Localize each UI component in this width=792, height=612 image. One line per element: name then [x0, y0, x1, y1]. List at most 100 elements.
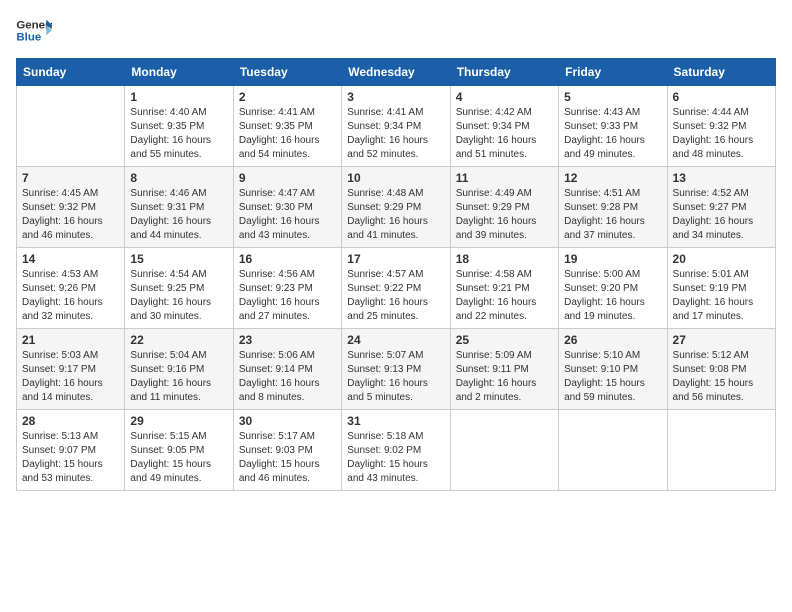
- day-info: Sunrise: 4:53 AM Sunset: 9:26 PM Dayligh…: [22, 268, 119, 324]
- calendar-cell: 27Sunrise: 5:12 AM Sunset: 9:08 PM Dayli…: [667, 329, 775, 410]
- calendar-table: SundayMondayTuesdayWednesdayThursdayFrid…: [16, 58, 776, 491]
- day-info: Sunrise: 4:51 AM Sunset: 9:28 PM Dayligh…: [564, 187, 661, 243]
- day-number: 17: [347, 252, 444, 266]
- day-number: 13: [673, 171, 770, 185]
- calendar-cell: 31 Sunrise: 5:18 AM Sunset: 9:02 PM Dayli…: [342, 410, 450, 491]
- day-info: Sunrise: 4:54 AM Sunset: 9:25 PM Dayligh…: [130, 268, 227, 324]
- calendar-cell: 17 Sunrise: 4:57 AM Sunset: 9:22 PM Dayli…: [342, 248, 450, 329]
- day-info: Sunrise: 4:56 AM Sunset: 9:23 PM Dayligh…: [239, 268, 336, 324]
- day-number: 18: [456, 252, 553, 266]
- calendar-cell: 3Sunrise: 4:41 AM Sunset: 9:34 PM Daylig…: [342, 86, 450, 167]
- day-info: Sunrise: 4:41 AM Sunset: 9:35 PM Dayligh…: [239, 106, 336, 162]
- calendar-cell: 25 Sunrise: 5:09 AM Sunset: 9:11 PM Dayli…: [450, 329, 558, 410]
- day-info: Sunrise: 4:48 AM Sunset: 9:29 PM Dayligh…: [347, 187, 444, 243]
- day-of-week-header: Thursday: [450, 59, 558, 86]
- calendar-cell: 15Sunrise: 4:54 AM Sunset: 9:25 PM Dayli…: [125, 248, 233, 329]
- calendar-cell: 21 Sunrise: 5:03 AM Sunset: 9:17 PM Dayli…: [17, 329, 125, 410]
- calendar-cell: 4 Sunrise: 4:42 AM Sunset: 9:34 PM Daylig…: [450, 86, 558, 167]
- calendar-cell: 11Sunrise: 4:49 AM Sunset: 9:29 PM Dayli…: [450, 167, 558, 248]
- day-info: Sunrise: 4:40 AM Sunset: 9:35 PM Dayligh…: [130, 106, 227, 162]
- day-number: 27: [673, 333, 770, 347]
- day-info: Sunrise: 5:17 AM Sunset: 9:03 PM Dayligh…: [239, 430, 336, 486]
- day-number: 7: [22, 171, 119, 185]
- calendar-cell: 8Sunrise: 4:46 AM Sunset: 9:31 PM Daylig…: [125, 167, 233, 248]
- calendar-cell: 26 Sunrise: 5:10 AM Sunset: 9:10 PM Dayli…: [559, 329, 667, 410]
- calendar-cell: 5 Sunrise: 4:43 AM Sunset: 9:33 PM Daylig…: [559, 86, 667, 167]
- day-number: 1: [130, 90, 227, 104]
- calendar-cell: 12 Sunrise: 4:51 AM Sunset: 9:28 PM Dayli…: [559, 167, 667, 248]
- calendar-cell: 19Sunrise: 5:00 AM Sunset: 9:20 PM Dayli…: [559, 248, 667, 329]
- calendar-cell: [559, 410, 667, 491]
- day-number: 24: [347, 333, 444, 347]
- day-number: 5: [564, 90, 661, 104]
- day-info: Sunrise: 5:06 AM Sunset: 9:14 PM Dayligh…: [239, 349, 336, 405]
- day-number: 25: [456, 333, 553, 347]
- day-info: Sunrise: 4:44 AM Sunset: 9:32 PM Dayligh…: [673, 106, 770, 162]
- day-info: Sunrise: 4:52 AM Sunset: 9:27 PM Dayligh…: [673, 187, 770, 243]
- logo-icon: General Blue: [16, 16, 52, 46]
- svg-text:Blue: Blue: [16, 32, 41, 44]
- day-number: 22: [130, 333, 227, 347]
- day-of-week-header: Wednesday: [342, 59, 450, 86]
- day-of-week-header: Friday: [559, 59, 667, 86]
- day-number: 14: [22, 252, 119, 266]
- day-of-week-header: Monday: [125, 59, 233, 86]
- calendar-cell: 1 Sunrise: 4:40 AM Sunset: 9:35 PM Daylig…: [125, 86, 233, 167]
- calendar-cell: 29 Sunrise: 5:15 AM Sunset: 9:05 PM Dayli…: [125, 410, 233, 491]
- day-number: 28: [22, 414, 119, 428]
- day-number: 26: [564, 333, 661, 347]
- calendar-cell: [17, 86, 125, 167]
- day-number: 23: [239, 333, 336, 347]
- calendar-cell: 18 Sunrise: 4:58 AM Sunset: 9:21 PM Dayli…: [450, 248, 558, 329]
- day-of-week-header: Saturday: [667, 59, 775, 86]
- day-info: Sunrise: 5:09 AM Sunset: 9:11 PM Dayligh…: [456, 349, 553, 405]
- day-info: Sunrise: 5:13 AM Sunset: 9:07 PM Dayligh…: [22, 430, 119, 486]
- calendar-week-row: 21 Sunrise: 5:03 AM Sunset: 9:17 PM Dayli…: [17, 329, 776, 410]
- calendar-cell: 14 Sunrise: 4:53 AM Sunset: 9:26 PM Dayli…: [17, 248, 125, 329]
- calendar-week-row: 1 Sunrise: 4:40 AM Sunset: 9:35 PM Daylig…: [17, 86, 776, 167]
- calendar-cell: [667, 410, 775, 491]
- calendar-cell: 16Sunrise: 4:56 AM Sunset: 9:23 PM Dayli…: [233, 248, 341, 329]
- day-number: 9: [239, 171, 336, 185]
- calendar-cell: 20 Sunrise: 5:01 AM Sunset: 9:19 PM Dayli…: [667, 248, 775, 329]
- calendar-header-row: SundayMondayTuesdayWednesdayThursdayFrid…: [17, 59, 776, 86]
- calendar-cell: 30 Sunrise: 5:17 AM Sunset: 9:03 PM Dayli…: [233, 410, 341, 491]
- day-number: 29: [130, 414, 227, 428]
- calendar-cell: [450, 410, 558, 491]
- day-number: 20: [673, 252, 770, 266]
- calendar-cell: 28 Sunrise: 5:13 AM Sunset: 9:07 PM Dayli…: [17, 410, 125, 491]
- day-number: 21: [22, 333, 119, 347]
- day-info: Sunrise: 5:10 AM Sunset: 9:10 PM Dayligh…: [564, 349, 661, 405]
- day-info: Sunrise: 4:41 AM Sunset: 9:34 PM Dayligh…: [347, 106, 444, 162]
- day-number: 8: [130, 171, 227, 185]
- calendar-cell: 10 Sunrise: 4:48 AM Sunset: 9:29 PM Dayli…: [342, 167, 450, 248]
- calendar-cell: 9 Sunrise: 4:47 AM Sunset: 9:30 PM Daylig…: [233, 167, 341, 248]
- day-number: 12: [564, 171, 661, 185]
- day-number: 31: [347, 414, 444, 428]
- day-info: Sunrise: 5:01 AM Sunset: 9:19 PM Dayligh…: [673, 268, 770, 324]
- day-info: Sunrise: 5:03 AM Sunset: 9:17 PM Dayligh…: [22, 349, 119, 405]
- day-number: 4: [456, 90, 553, 104]
- day-info: Sunrise: 5:18 AM Sunset: 9:02 PM Dayligh…: [347, 430, 444, 486]
- day-info: Sunrise: 4:43 AM Sunset: 9:33 PM Dayligh…: [564, 106, 661, 162]
- day-info: Sunrise: 4:47 AM Sunset: 9:30 PM Dayligh…: [239, 187, 336, 243]
- day-number: 10: [347, 171, 444, 185]
- calendar-cell: 22 Sunrise: 5:04 AM Sunset: 9:16 PM Dayli…: [125, 329, 233, 410]
- day-info: Sunrise: 5:04 AM Sunset: 9:16 PM Dayligh…: [130, 349, 227, 405]
- calendar-cell: 24 Sunrise: 5:07 AM Sunset: 9:13 PM Dayli…: [342, 329, 450, 410]
- day-info: Sunrise: 4:45 AM Sunset: 9:32 PM Dayligh…: [22, 187, 119, 243]
- calendar-cell: 7 Sunrise: 4:45 AM Sunset: 9:32 PM Daylig…: [17, 167, 125, 248]
- day-info: Sunrise: 4:57 AM Sunset: 9:22 PM Dayligh…: [347, 268, 444, 324]
- day-info: Sunrise: 5:07 AM Sunset: 9:13 PM Dayligh…: [347, 349, 444, 405]
- logo: General Blue: [16, 16, 52, 46]
- calendar-cell: 6 Sunrise: 4:44 AM Sunset: 9:32 PM Daylig…: [667, 86, 775, 167]
- calendar-week-row: 14 Sunrise: 4:53 AM Sunset: 9:26 PM Dayli…: [17, 248, 776, 329]
- day-number: 6: [673, 90, 770, 104]
- day-info: Sunrise: 4:42 AM Sunset: 9:34 PM Dayligh…: [456, 106, 553, 162]
- day-number: 30: [239, 414, 336, 428]
- day-info: Sunrise: 5:15 AM Sunset: 9:05 PM Dayligh…: [130, 430, 227, 486]
- day-info: Sunrise: 5:00 AM Sunset: 9:20 PM Dayligh…: [564, 268, 661, 324]
- calendar-week-row: 7 Sunrise: 4:45 AM Sunset: 9:32 PM Daylig…: [17, 167, 776, 248]
- day-number: 2: [239, 90, 336, 104]
- day-info: Sunrise: 4:58 AM Sunset: 9:21 PM Dayligh…: [456, 268, 553, 324]
